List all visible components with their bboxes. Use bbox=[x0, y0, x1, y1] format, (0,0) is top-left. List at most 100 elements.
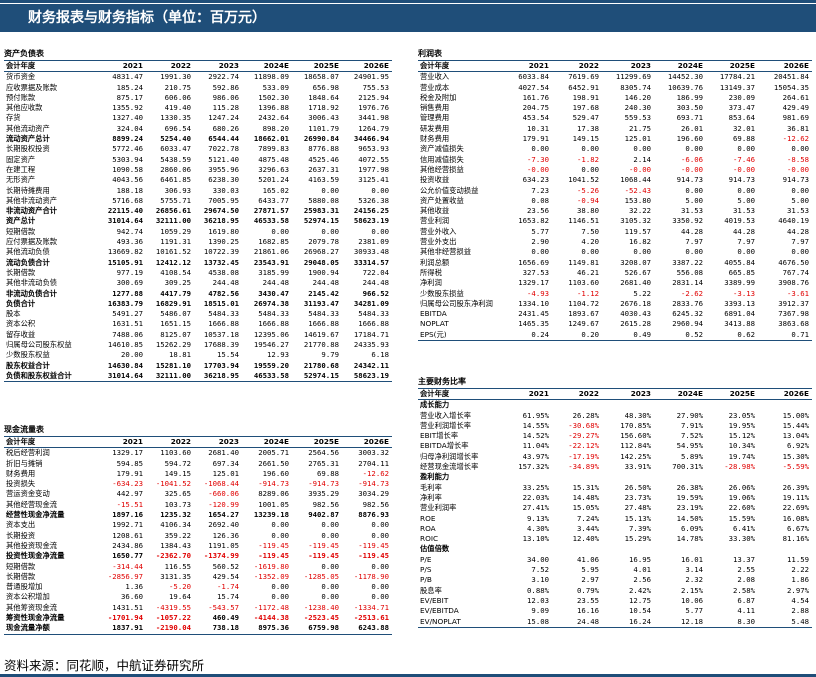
value-cell: -2523.45 bbox=[303, 613, 339, 623]
value-cell: 179.91 bbox=[522, 134, 549, 144]
balance-sheet-title: 资产负债表 bbox=[4, 49, 44, 58]
value-cell: 161.76 bbox=[522, 92, 549, 102]
row-label: 负债和股东权益合计 bbox=[6, 370, 72, 380]
value-cell: 10.54 bbox=[629, 606, 651, 616]
value-cell: 1355.92 bbox=[112, 103, 143, 113]
row-label: 其他筹资现金流 bbox=[6, 602, 58, 612]
value-cell: 6.87 bbox=[737, 595, 755, 605]
row-label: EBIT增长率 bbox=[420, 431, 459, 441]
value-cell: 0.00 bbox=[633, 247, 651, 257]
value-cell: 0.00 bbox=[737, 185, 755, 195]
table-row: 财务费用 179.91 149.15 125.01 196.60 69.88 -12.62 bbox=[4, 469, 392, 479]
row-label: 盈利能力 bbox=[420, 472, 450, 482]
value-cell bbox=[654, 400, 706, 411]
value-cell: 5254.40 bbox=[160, 134, 191, 144]
value-cell: 17184.71 bbox=[353, 329, 389, 339]
value-cell: 942.74 bbox=[116, 226, 143, 236]
table-row: 投资性现金净流量 1650.77 -2362.70 -1374.99 -119.45 -1… bbox=[4, 551, 392, 561]
value-cell: 26.38% bbox=[676, 482, 703, 492]
value-cell: 767.74 bbox=[782, 267, 809, 277]
value-cell: 26974.38 bbox=[253, 298, 289, 308]
value-cell: 2765.31 bbox=[308, 458, 339, 468]
value-cell: 303.50 bbox=[676, 103, 703, 113]
table-row: 非流动负债合计 1277.88 4417.79 4782.56 3430.47 2145.… bbox=[4, 289, 392, 299]
value-cell: -2190.04 bbox=[155, 623, 191, 633]
value-cell: 5.77 bbox=[685, 606, 703, 616]
row-label: 营业外收入 bbox=[420, 226, 457, 236]
value-cell: 33.30% bbox=[728, 534, 755, 544]
value-cell: 1249.67 bbox=[568, 319, 599, 329]
table-row: 营业收入 6033.84 7619.69 11299.69 14452.30 17784.… bbox=[418, 72, 812, 83]
value-cell: 185.24 bbox=[116, 82, 143, 92]
value-cell: 5484.33 bbox=[208, 309, 239, 319]
income-statement-title: 利润表 bbox=[418, 49, 442, 58]
value-cell bbox=[500, 544, 552, 554]
value-cell: 16.95 bbox=[629, 554, 651, 564]
value-cell: 3413.88 bbox=[724, 319, 755, 329]
table-row: 其他经营现金流 -15.51 103.73 -120.99 1001.05 982.56 9… bbox=[4, 500, 392, 510]
row-label: 公允价值变动损益 bbox=[420, 185, 479, 195]
value-cell: 2615.28 bbox=[620, 319, 651, 329]
value-cell: 0.08 bbox=[531, 195, 549, 205]
value-cell: 26968.27 bbox=[303, 247, 339, 257]
table-row: EBIT增长率 14.52% -29.27% 156.60% 7.52% 15.12% 13… bbox=[418, 431, 812, 441]
value-cell: -1334.71 bbox=[353, 602, 389, 612]
value-cell: 419.40 bbox=[164, 103, 191, 113]
value-cell: 3350.92 bbox=[672, 216, 703, 226]
value-cell: 8289.06 bbox=[258, 489, 289, 499]
value-cell: 3955.96 bbox=[208, 164, 239, 174]
row-label: P/B bbox=[420, 575, 432, 585]
value-cell: 2005.71 bbox=[258, 448, 289, 458]
value-cell: 7.39% bbox=[629, 523, 651, 533]
row-label: 管理费用 bbox=[420, 113, 450, 123]
value-cell: 34.00 bbox=[527, 554, 549, 564]
value-cell: 3441.98 bbox=[358, 113, 389, 123]
value-cell: 6433.77 bbox=[258, 195, 289, 205]
value-cell: 1059.29 bbox=[160, 226, 191, 236]
value-cell: 7.24% bbox=[577, 513, 599, 523]
value-cell: 13669.82 bbox=[107, 247, 143, 257]
value-cell: 15.44% bbox=[782, 420, 809, 430]
value-cell: 15.12% bbox=[728, 431, 755, 441]
row-label: NOPLAT bbox=[420, 319, 449, 329]
value-cell: 32111.00 bbox=[155, 216, 191, 226]
value-cell: 700.31% bbox=[672, 462, 703, 472]
value-cell: 529.47 bbox=[572, 113, 599, 123]
value-cell: 8125.07 bbox=[160, 329, 191, 339]
value-cell: -5.59% bbox=[782, 462, 809, 472]
value-cell: 2.58% bbox=[733, 585, 755, 595]
column-header-year: 2022 bbox=[578, 389, 599, 398]
value-cell: 23.55 bbox=[577, 595, 599, 605]
value-cell: 6452.91 bbox=[568, 82, 599, 92]
balance-sheet-table: 会计年度 2021 2022 2023 2024E 2025E 2026E 货币资金 4831.… bbox=[4, 60, 392, 382]
cash-flow-panel: 现金流量表 会计年度 2021 2022 2023 2024E 2025E 2026E 税后经… bbox=[4, 424, 392, 634]
value-cell: 5303.94 bbox=[112, 154, 143, 164]
value-cell: -2513.61 bbox=[353, 613, 389, 623]
row-label: 其他非经营损益 bbox=[420, 247, 472, 257]
value-cell: 13.10% bbox=[522, 534, 549, 544]
value-cell: 875.17 bbox=[116, 92, 143, 102]
value-cell: 15.08 bbox=[527, 616, 549, 626]
value-cell: 198.91 bbox=[572, 92, 599, 102]
value-cell: 0.00 bbox=[791, 247, 809, 257]
ratios-table: 会计年度 2021 2022 2023 2024E 2025E 2026E 成长能力 营业收入增… bbox=[418, 388, 812, 627]
value-cell: 460.49 bbox=[212, 613, 239, 623]
row-label: 营业利润 bbox=[420, 216, 450, 226]
value-cell: 324.04 bbox=[116, 123, 143, 133]
value-cell: 6238.30 bbox=[208, 175, 239, 185]
table-row: 折旧与摊销 594.85 594.72 697.34 2661.50 2765.31 270… bbox=[4, 459, 392, 469]
value-cell: 1329.17 bbox=[112, 448, 143, 458]
value-cell: -1352.09 bbox=[253, 571, 289, 581]
value-cell: 34466.94 bbox=[353, 134, 389, 144]
table-row: 经营性现金净流量 1897.16 1235.32 1654.27 13239.18 940… bbox=[4, 510, 392, 520]
value-cell: 0.00 bbox=[581, 247, 599, 257]
value-cell: 125.01 bbox=[212, 468, 239, 478]
value-cell: 1666.88 bbox=[358, 319, 389, 329]
table-row: EPS(元) 0.24 0.20 0.49 0.52 0.62 0.71 bbox=[418, 330, 812, 341]
value-cell: 22.69% bbox=[782, 503, 809, 513]
row-label: 长期待摊费用 bbox=[6, 185, 50, 195]
value-cell: 5326.38 bbox=[358, 195, 389, 205]
value-cell: 2.15% bbox=[681, 585, 703, 595]
value-cell: 31.53 bbox=[787, 206, 809, 216]
value-cell: 10.34% bbox=[728, 441, 755, 451]
